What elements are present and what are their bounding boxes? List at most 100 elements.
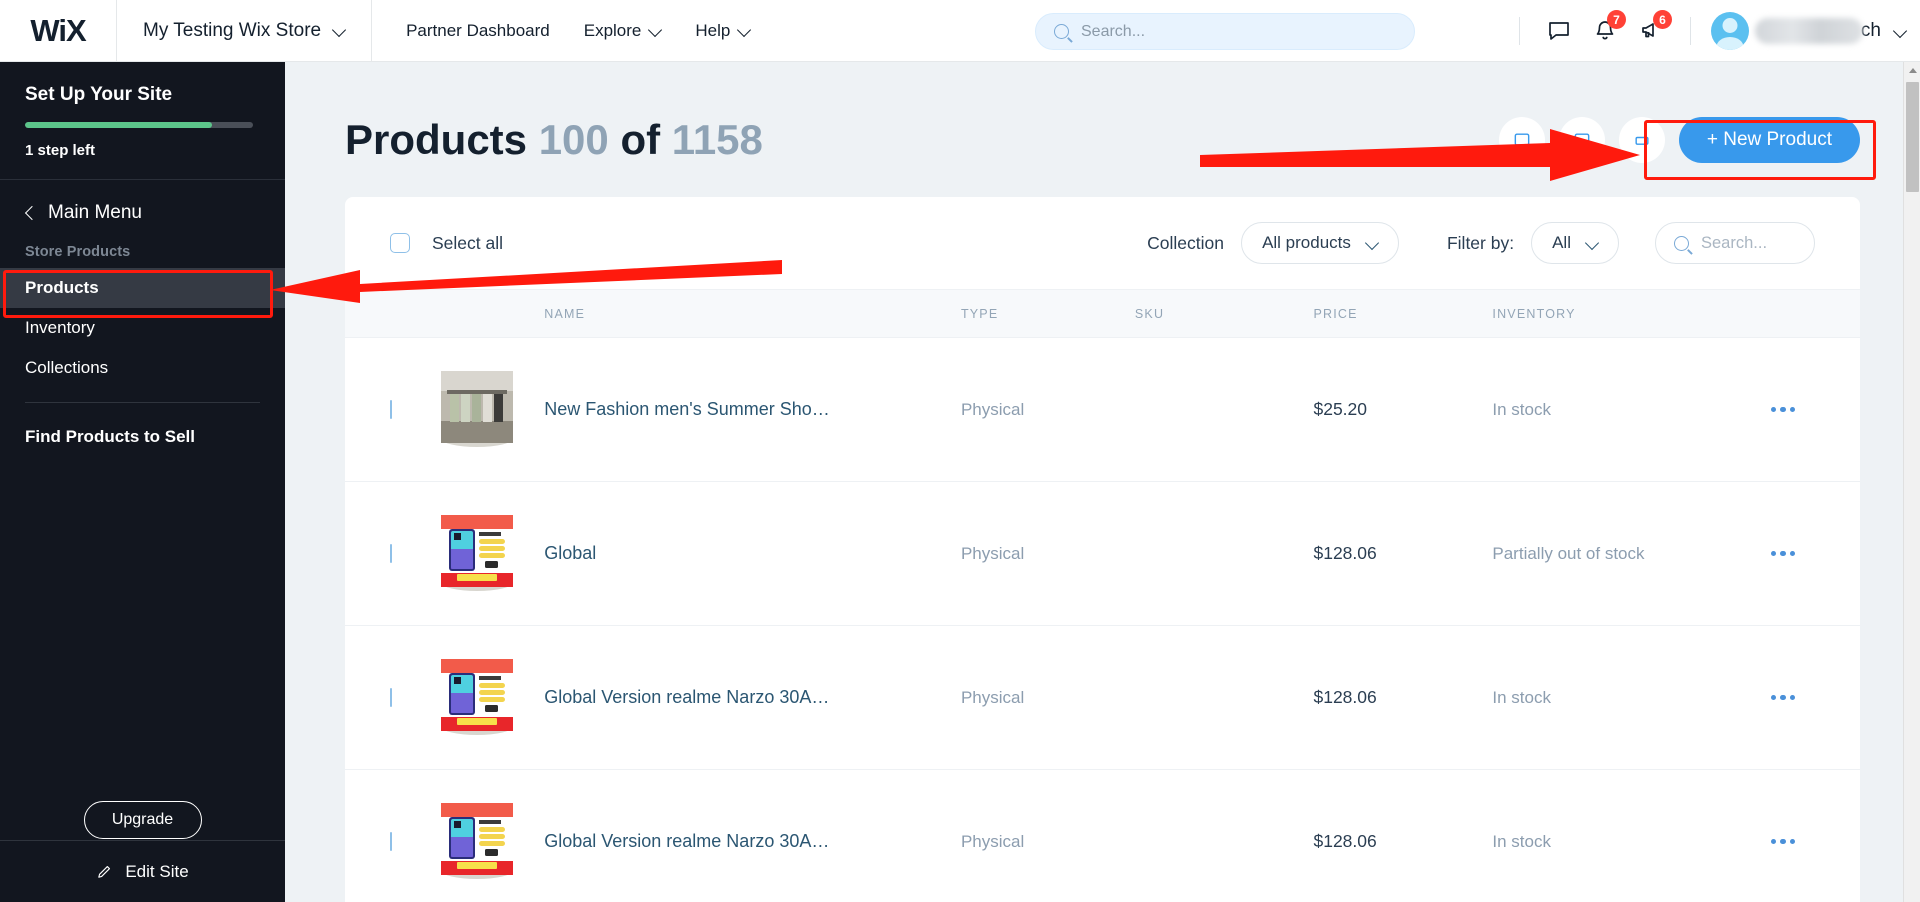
account-name-tail: ch xyxy=(1860,20,1881,41)
row-checkbox[interactable] xyxy=(390,687,392,707)
setup-progress-fill xyxy=(25,122,212,128)
products-table-head: NAME TYPE SKU PRICE INVENTORY xyxy=(345,289,1860,338)
page-scrollbar[interactable] xyxy=(1903,62,1920,902)
scroll-up-arrow-icon[interactable] xyxy=(1904,62,1920,79)
product-thumbnail-clothing-rack[interactable] xyxy=(440,371,513,447)
edit-site-label: Edit Site xyxy=(125,861,189,881)
chevron-down-icon xyxy=(1367,238,1378,249)
table-row[interactable]: Global Version realme Narzo 30A… Physica… xyxy=(345,625,1860,770)
main-menu-label: Main Menu xyxy=(48,202,142,223)
new-product-button[interactable]: + New Product xyxy=(1678,117,1860,163)
scrollbar-thumb[interactable] xyxy=(1906,82,1919,192)
row-checkbox-cell xyxy=(345,481,441,626)
chevron-down-icon xyxy=(1895,26,1906,37)
row-name-cell: New Fashion men's Summer Sho… xyxy=(544,337,961,482)
search-icon xyxy=(1054,24,1069,39)
header-nav: Partner Dashboard Explore Help xyxy=(372,21,750,41)
account-menu[interactable]: ch xyxy=(1707,12,1906,50)
filter-by-dropdown[interactable]: All xyxy=(1531,222,1619,264)
nav-explore[interactable]: Explore xyxy=(584,21,662,41)
table-row[interactable]: Global Physical $128.06 Partially out of… xyxy=(345,481,1860,626)
product-name[interactable]: Global Version realme Narzo 30A… xyxy=(544,831,829,851)
page-total-count: 1158 xyxy=(671,116,763,163)
product-thumbnail-realme-narzo[interactable] xyxy=(440,515,513,591)
product-name[interactable]: Global Version realme Narzo 30A… xyxy=(544,687,829,707)
chevron-left-icon xyxy=(25,208,35,218)
sidebar-item-find-products[interactable]: Find Products to Sell xyxy=(0,417,285,457)
table-row[interactable]: New Fashion men's Summer Sho… Physical $… xyxy=(345,337,1860,482)
print-products-button[interactable] xyxy=(1618,117,1665,163)
setup-progress-block[interactable]: Set Up Your Site 1 step left xyxy=(0,62,285,180)
icon-group-divider xyxy=(1518,17,1520,45)
import-products-button[interactable] xyxy=(1498,117,1545,163)
product-thumbnail-realme-narzo[interactable] xyxy=(440,803,513,879)
realme-narzo-30a-photo xyxy=(440,515,513,587)
product-name[interactable]: New Fashion men's Summer Sho… xyxy=(544,399,830,419)
page-header: Products 100 of 1158 + New Product xyxy=(285,62,1920,164)
sidebar: Set Up Your Site 1 step left Main Menu S… xyxy=(0,62,285,902)
nav-help[interactable]: Help xyxy=(695,21,750,41)
sidebar-item-collections[interactable]: Collections xyxy=(0,348,285,388)
table-row[interactable]: Global Version realme Narzo 30A… Physica… xyxy=(345,769,1860,902)
product-price: $128.06 xyxy=(1313,543,1377,563)
sidebar-item-find-products-label: Find Products to Sell xyxy=(25,427,196,446)
notifications-badge: 7 xyxy=(1606,10,1626,29)
nav-partner-dashboard-label: Partner Dashboard xyxy=(406,20,550,40)
header-search-input[interactable]: Search... xyxy=(1035,13,1415,50)
back-to-main-menu[interactable]: Main Menu xyxy=(0,180,285,230)
row-price-cell: $128.06 xyxy=(1313,769,1493,902)
notifications-button[interactable]: 7 xyxy=(1582,8,1628,54)
row-name-cell: Global Version realme Narzo 30A… xyxy=(544,625,961,770)
row-more-options-button[interactable] xyxy=(1770,838,1860,845)
export-products-button[interactable] xyxy=(1558,117,1605,163)
edit-site-button[interactable]: Edit Site xyxy=(0,840,285,902)
top-header: WiX My Testing Wix Store Partner Dashboa… xyxy=(0,0,1920,62)
sidebar-item-inventory[interactable]: Inventory xyxy=(0,308,285,348)
row-actions-cell xyxy=(1770,625,1860,770)
select-all-checkbox[interactable] xyxy=(390,233,410,253)
upgrade-button[interactable]: Upgrade xyxy=(83,801,202,839)
row-sku-cell xyxy=(1134,625,1314,770)
products-search-input[interactable]: Search... xyxy=(1655,222,1815,264)
chat-button[interactable] xyxy=(1536,8,1582,54)
row-checkbox[interactable] xyxy=(390,831,392,851)
sidebar-item-products[interactable]: Products xyxy=(0,268,285,308)
nav-partner-dashboard[interactable]: Partner Dashboard xyxy=(406,21,550,41)
select-all-group[interactable]: Select all xyxy=(390,233,503,254)
row-actions-cell xyxy=(1770,481,1860,626)
product-thumbnail-realme-narzo[interactable] xyxy=(440,659,513,735)
products-table: NAME TYPE SKU PRICE INVENTORY New Fashio… xyxy=(345,289,1860,902)
main-content: Products 100 of 1158 + New Product Selec… xyxy=(285,62,1920,902)
row-actions-cell xyxy=(1770,769,1860,902)
page-header-actions: + New Product xyxy=(1498,117,1860,163)
chat-bubble-icon xyxy=(1549,22,1569,40)
row-more-options-button[interactable] xyxy=(1770,550,1860,557)
realme-narzo-30a-photo xyxy=(440,659,513,731)
store-switcher[interactable]: My Testing Wix Store xyxy=(117,0,371,62)
filter-by-value: All xyxy=(1552,233,1571,252)
wix-logo[interactable]: WiX xyxy=(0,13,116,49)
row-type-cell: Physical xyxy=(960,337,1135,482)
row-checkbox-cell xyxy=(345,769,441,902)
th-price: PRICE xyxy=(1313,306,1358,321)
row-more-options-button[interactable] xyxy=(1770,406,1860,413)
products-search-placeholder: Search... xyxy=(1701,233,1768,252)
row-checkbox[interactable] xyxy=(390,399,392,419)
nav-help-label: Help xyxy=(695,20,731,40)
collection-dropdown[interactable]: All products xyxy=(1240,222,1399,264)
collection-label: Collection xyxy=(1147,232,1224,253)
announcements-badge: 6 xyxy=(1652,10,1672,29)
row-inventory-cell: Partially out of stock xyxy=(1492,481,1771,626)
row-name-cell: Global xyxy=(544,481,961,626)
row-thumbnail-cell xyxy=(440,625,545,770)
sidebar-item-inventory-label: Inventory xyxy=(25,318,95,337)
row-checkbox[interactable] xyxy=(390,543,392,563)
row-inventory-cell: In stock xyxy=(1492,337,1771,482)
row-more-options-button[interactable] xyxy=(1770,694,1860,701)
product-name[interactable]: Global xyxy=(544,543,596,563)
row-inventory-cell: In stock xyxy=(1492,625,1771,770)
th-checkbox xyxy=(345,290,441,338)
announcements-button[interactable]: 6 xyxy=(1628,8,1674,54)
product-price: $128.06 xyxy=(1313,687,1377,707)
upgrade-area: Upgrade xyxy=(0,801,285,839)
